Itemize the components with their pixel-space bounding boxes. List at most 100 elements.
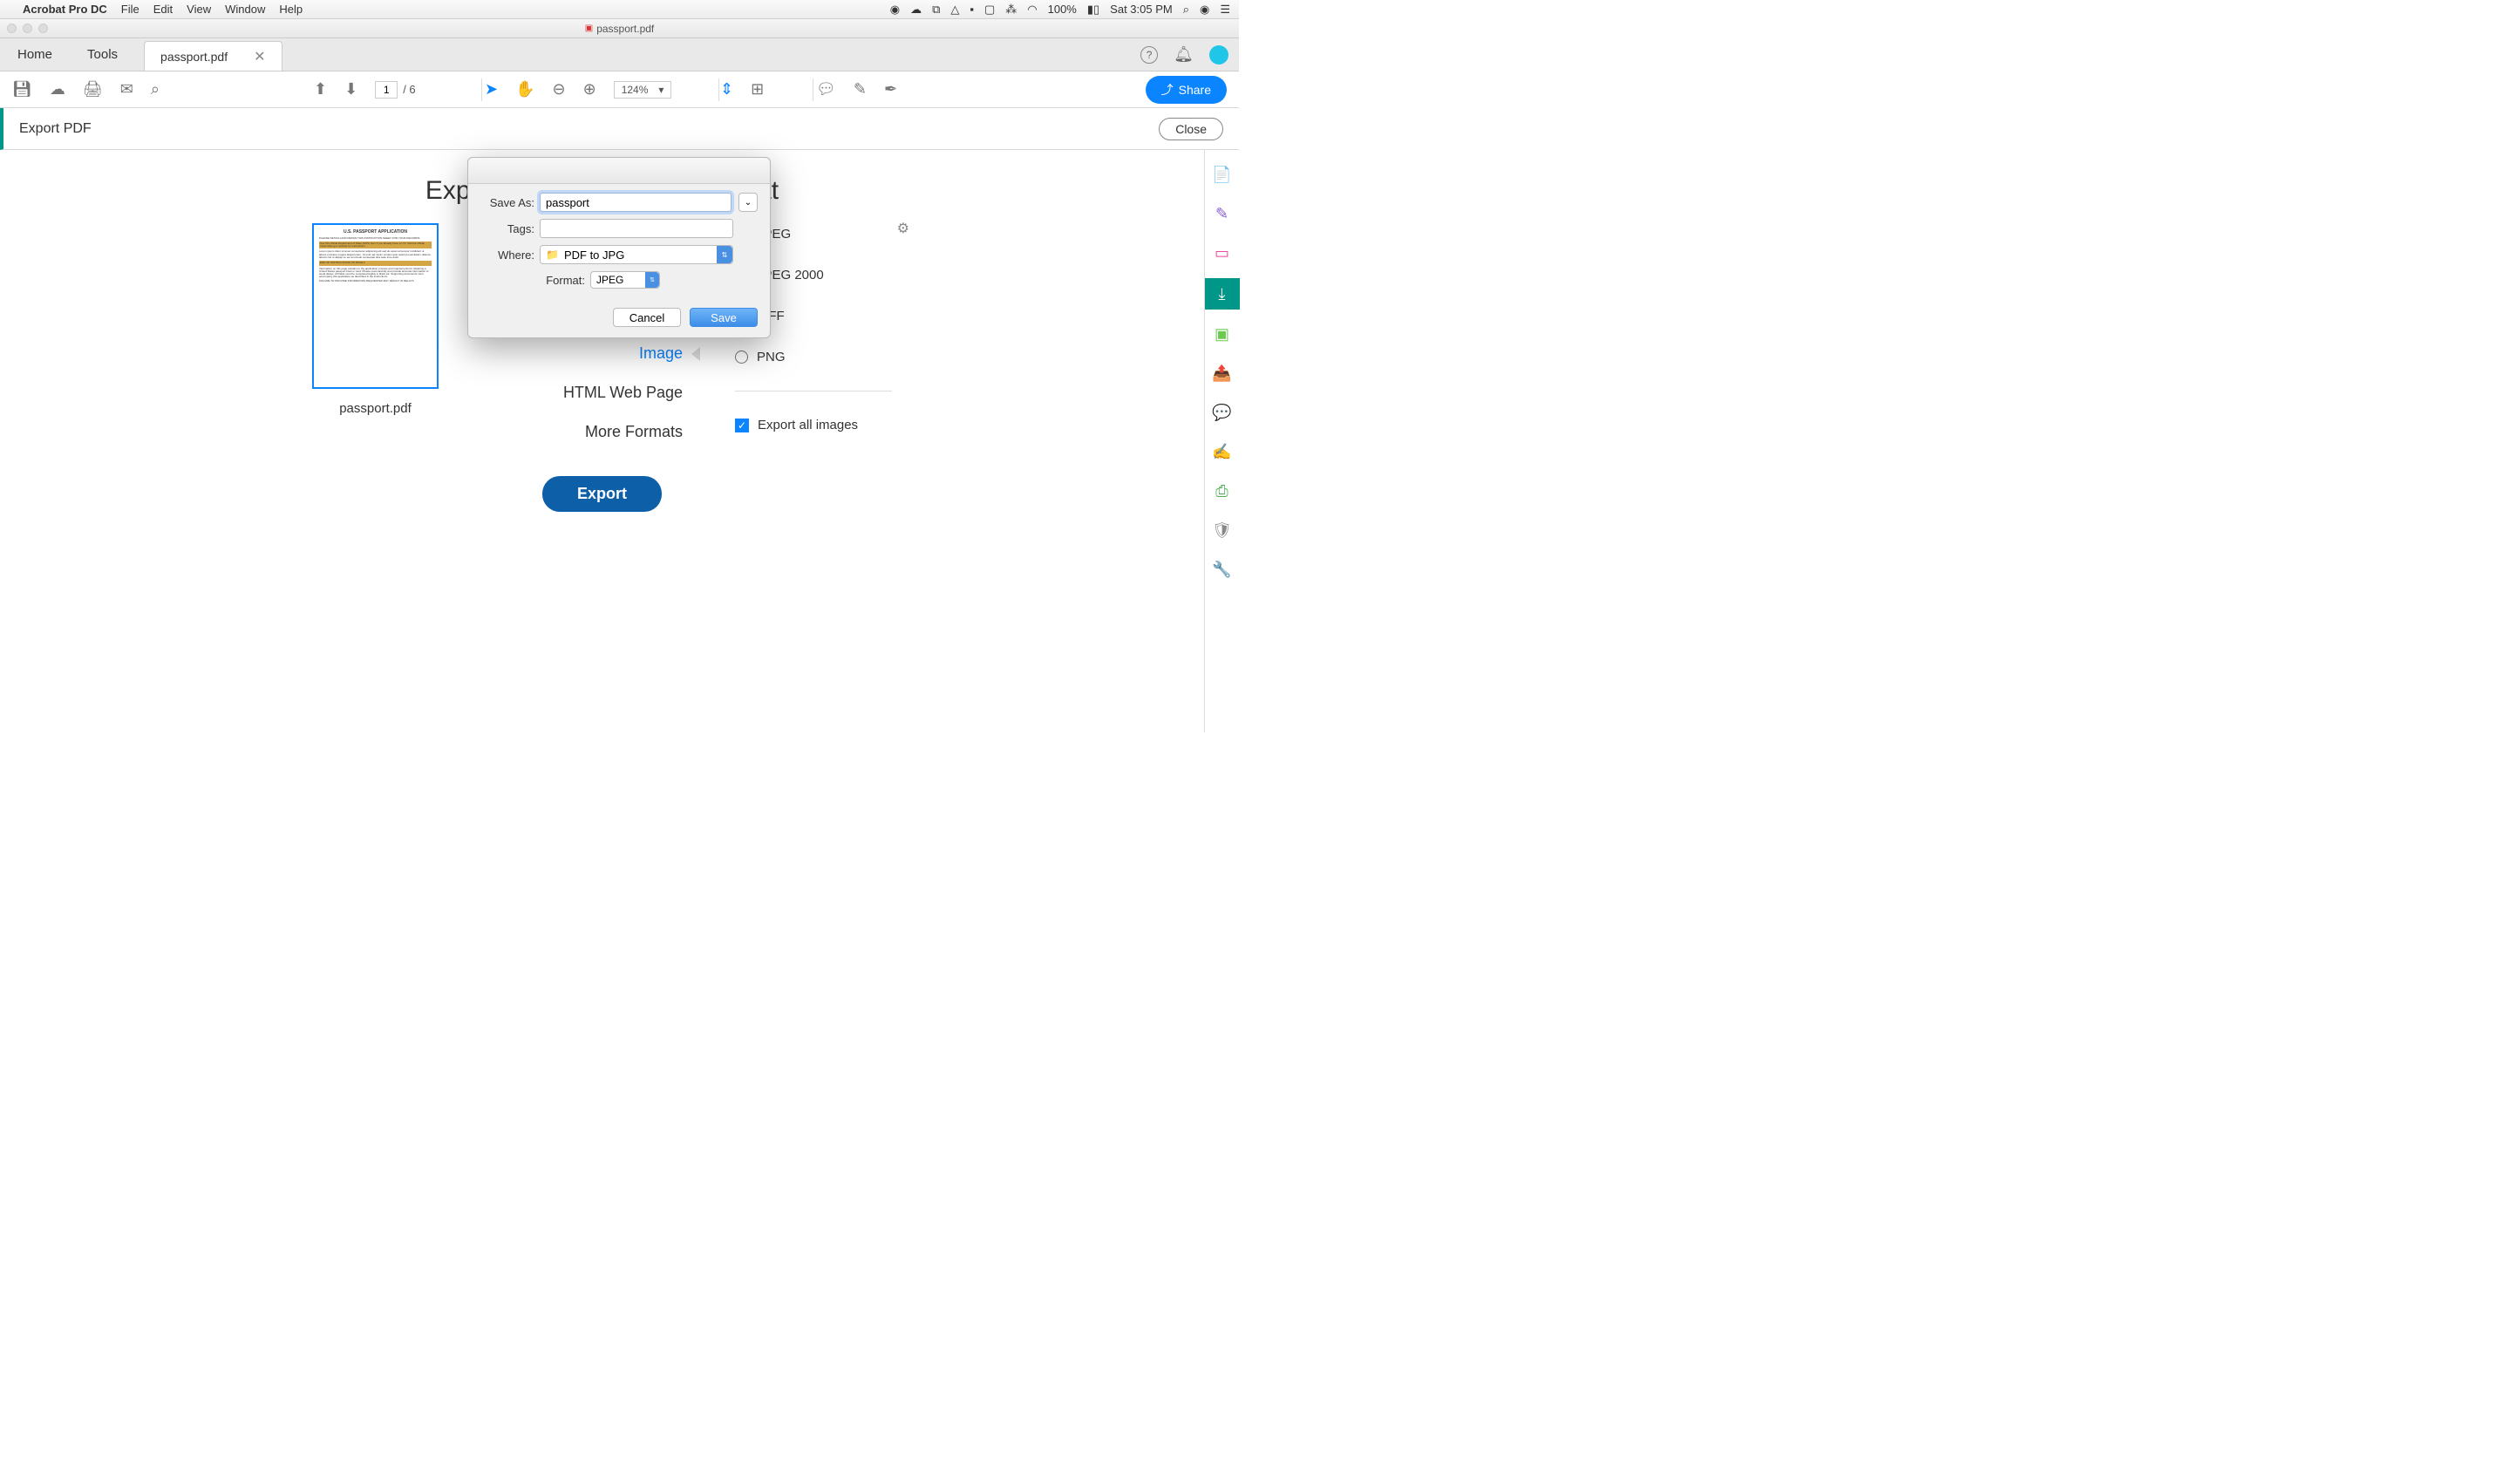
tool-rail: 📄 ✎ ▭ ⤓ ▣ 📤 💬 ✍ ⎙ 🛡 🔧 bbox=[1204, 150, 1239, 732]
menu-help[interactable]: Help bbox=[279, 3, 303, 16]
mac-menubar: Acrobat Pro DC File Edit View Window Hel… bbox=[0, 0, 1239, 19]
menu-view[interactable]: View bbox=[187, 3, 211, 16]
app-icon[interactable]: ▪ bbox=[970, 3, 974, 16]
more-tools-icon[interactable]: 🔧 bbox=[1212, 561, 1231, 579]
zoom-value: 124% bbox=[622, 84, 649, 96]
menu-file[interactable]: File bbox=[121, 3, 140, 16]
sign-icon[interactable]: ✒ bbox=[884, 80, 897, 99]
checkbox-icon: ✓ bbox=[735, 419, 749, 432]
tab-document[interactable]: passport.pdf ✕ bbox=[144, 41, 282, 71]
cc-icon[interactable]: ☁ bbox=[910, 3, 922, 17]
save-icon[interactable]: 💾︎ bbox=[12, 80, 32, 99]
comment-tool-icon[interactable]: 💬 bbox=[1212, 404, 1231, 422]
export-pdf-header: Export PDF Close bbox=[0, 108, 1239, 150]
tab-tools[interactable]: Tools bbox=[70, 38, 135, 71]
tab-bar: Home Tools passport.pdf ✕ ? 🔔︎ bbox=[0, 38, 1239, 71]
export-pdf-icon[interactable]: ⤓ bbox=[1205, 278, 1240, 310]
export-pdf-title: Export PDF bbox=[19, 121, 92, 137]
expand-button[interactable]: ⌄ bbox=[738, 193, 758, 212]
app-name[interactable]: Acrobat Pro DC bbox=[23, 3, 107, 16]
select-arrows-icon: ⇅ bbox=[645, 272, 659, 288]
share-label: Share bbox=[1179, 83, 1211, 97]
page-down-icon[interactable]: ⬇ bbox=[344, 80, 357, 99]
edit-pdf-icon[interactable]: ✎ bbox=[1215, 205, 1228, 223]
siri-icon[interactable]: ◉ bbox=[1200, 3, 1209, 17]
format-html[interactable]: HTML Web Page bbox=[491, 384, 683, 402]
battery-icon[interactable]: ▮▯ bbox=[1087, 3, 1099, 17]
page-input[interactable] bbox=[375, 81, 398, 99]
tab-document-label: passport.pdf bbox=[160, 50, 228, 64]
zoom-in-icon[interactable]: ⊕ bbox=[583, 80, 596, 99]
airplay-icon[interactable]: ▢ bbox=[984, 3, 995, 17]
thumbnail-filename: passport.pdf bbox=[339, 401, 412, 416]
clock[interactable]: Sat 3:05 PM bbox=[1110, 3, 1173, 16]
menu-window[interactable]: Window bbox=[225, 3, 265, 16]
highlight-icon[interactable]: ✎ bbox=[854, 80, 867, 99]
format-image[interactable]: Image bbox=[491, 344, 683, 363]
toolbar: 💾︎ ☁ 🖨︎ ✉ ⌕ ⬆ ⬇ / 6 ➤ ✋ ⊖ ⊕ 124% ▾ ⇕ ⊞ 💬… bbox=[0, 71, 1239, 108]
search-icon[interactable]: ⌕ bbox=[151, 80, 160, 99]
export-all-label: Export all images bbox=[758, 418, 858, 432]
create-pdf-icon[interactable]: 📄 bbox=[1212, 166, 1231, 184]
page-total: / 6 bbox=[403, 83, 415, 96]
dropdown-icon: ▾ bbox=[658, 84, 663, 96]
export-all-checkbox[interactable]: ✓ Export all images bbox=[735, 418, 892, 432]
menu-edit[interactable]: Edit bbox=[153, 3, 173, 16]
comment-icon[interactable]: 💬︎ bbox=[816, 80, 836, 99]
cloud-icon[interactable]: ☁ bbox=[50, 80, 65, 99]
format-label: Format: bbox=[480, 274, 585, 287]
saveas-input[interactable] bbox=[540, 193, 732, 212]
where-select[interactable]: 📁 PDF to JPG ⇅ bbox=[540, 245, 733, 264]
zoom-out-icon[interactable]: ⊖ bbox=[553, 80, 566, 99]
format-select[interactable]: JPEG ⇅ bbox=[590, 271, 660, 289]
mail-icon[interactable]: ✉ bbox=[120, 80, 133, 99]
select-arrows-icon: ⇅ bbox=[717, 246, 732, 263]
zoom-select[interactable]: 124% ▾ bbox=[614, 81, 672, 99]
protect-icon[interactable]: 🛡 bbox=[1212, 521, 1232, 540]
send-icon[interactable]: 📤 bbox=[1212, 364, 1231, 383]
bluetooth-icon[interactable]: ⁂ bbox=[1005, 3, 1017, 17]
help-icon[interactable]: ? bbox=[1140, 46, 1158, 64]
dropbox-icon[interactable]: ⧉ bbox=[932, 3, 940, 17]
organize-icon[interactable]: ▣ bbox=[1215, 325, 1229, 344]
radio-png[interactable] bbox=[735, 351, 748, 364]
format-more[interactable]: More Formats bbox=[491, 423, 683, 441]
option-png[interactable]: PNG bbox=[735, 350, 892, 364]
save-button[interactable]: Save bbox=[690, 308, 758, 327]
print-icon[interactable]: 🖨︎ bbox=[83, 80, 103, 99]
wifi-icon[interactable]: ◠ bbox=[1027, 3, 1037, 17]
window-title: passport.pdf bbox=[596, 23, 654, 35]
tab-close-icon[interactable]: ✕ bbox=[254, 48, 265, 65]
document-thumbnail[interactable]: U.S. PASSPORT APPLICATION PLEASE DETACH … bbox=[312, 223, 439, 389]
tags-label: Tags: bbox=[480, 222, 534, 235]
dialog-header bbox=[468, 158, 770, 184]
export-button[interactable]: Export bbox=[542, 476, 662, 512]
status-icon[interactable]: ◉ bbox=[890, 3, 900, 17]
fill-sign-icon[interactable]: ✍ bbox=[1212, 443, 1231, 461]
share-button[interactable]: ⤴ Share bbox=[1146, 76, 1227, 104]
avatar[interactable] bbox=[1209, 45, 1228, 65]
fit-width-icon[interactable]: ⇕ bbox=[720, 80, 733, 99]
fit-page-icon[interactable]: ⊞ bbox=[751, 80, 764, 99]
gear-icon[interactable]: ⚙ bbox=[897, 220, 909, 237]
folder-icon: 📁 bbox=[546, 248, 559, 261]
format-value: JPEG bbox=[596, 274, 623, 286]
page-up-icon[interactable]: ⬆ bbox=[314, 80, 327, 99]
tags-input[interactable] bbox=[540, 219, 733, 238]
scan-icon[interactable]: ⎙ bbox=[1215, 482, 1228, 500]
notifications-icon[interactable]: ☰ bbox=[1220, 3, 1230, 17]
spotlight-icon[interactable]: ⌕ bbox=[1183, 3, 1189, 17]
pointer-icon[interactable]: ➤ bbox=[485, 80, 498, 99]
window-titlebar: ▣ passport.pdf bbox=[0, 19, 1239, 38]
tab-home[interactable]: Home bbox=[0, 38, 70, 71]
hand-icon[interactable]: ✋ bbox=[515, 80, 534, 99]
pdf-icon: ▣ bbox=[585, 24, 593, 33]
traffic-lights[interactable] bbox=[7, 24, 48, 33]
battery-label[interactable]: 100% bbox=[1048, 3, 1077, 16]
bell-icon[interactable]: 🔔︎ bbox=[1174, 45, 1194, 64]
saveas-label: Save As: bbox=[480, 196, 534, 209]
combine-icon[interactable]: ▭ bbox=[1215, 244, 1229, 262]
drive-icon[interactable]: △ bbox=[950, 3, 959, 17]
close-button[interactable]: Close bbox=[1159, 118, 1223, 140]
cancel-button[interactable]: Cancel bbox=[613, 308, 681, 327]
